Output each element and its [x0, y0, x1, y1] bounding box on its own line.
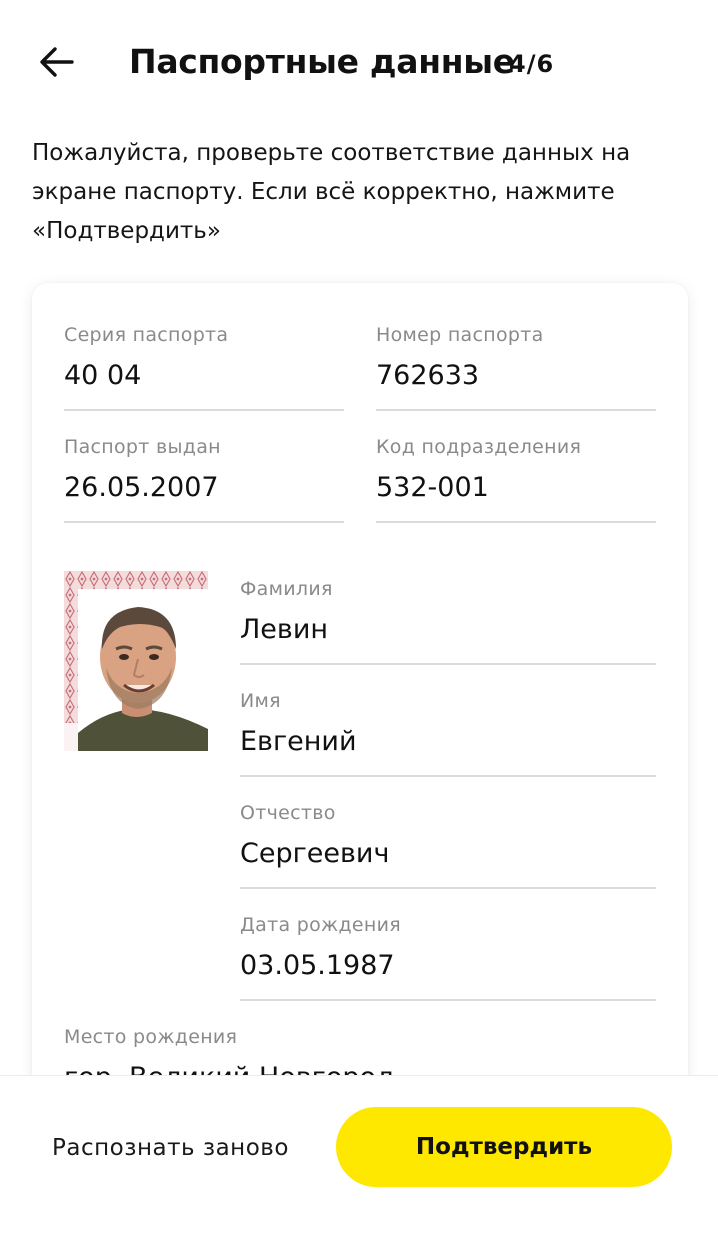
passport-photo	[64, 571, 208, 751]
field-label: Код подразделения	[376, 436, 582, 458]
field-value: 762633	[376, 360, 480, 391]
field-label: Фамилия	[240, 578, 333, 600]
passport-data-card: Серия паспорта 40 04 Номер паспорта 7626…	[32, 283, 688, 1183]
field-value: Левин	[240, 614, 329, 645]
field-label: Дата рождения	[240, 914, 401, 936]
field-label: Место рождения	[64, 1026, 238, 1048]
field-label: Отчество	[240, 802, 336, 824]
field-label: Серия паспорта	[64, 324, 229, 346]
field-value: 532-001	[376, 472, 489, 503]
arrow-left-icon	[40, 47, 74, 77]
field-value: 40 04	[64, 360, 142, 391]
field-value: 03.05.1987	[240, 950, 395, 981]
passport-number-field: Номер паспорта 762633	[376, 321, 656, 411]
division-code-field: Код подразделения 532-001	[376, 433, 656, 523]
confirm-button[interactable]: Подтвердить	[336, 1107, 672, 1187]
birth-date-field: Дата рождения 03.05.1987	[240, 911, 656, 1001]
step-counter: 4/6	[509, 50, 555, 78]
name-field: Имя Евгений	[240, 687, 656, 777]
field-value: Сергеевич	[240, 838, 390, 869]
issue-date-field: Паспорт выдан 26.05.2007	[64, 433, 344, 523]
field-label: Имя	[240, 690, 281, 712]
field-label: Номер паспорта	[376, 324, 544, 346]
field-label: Паспорт выдан	[64, 436, 221, 458]
instructions-text: Пожалуйста, проверьте соответствие данны…	[32, 140, 631, 244]
rescan-button[interactable]: Распознать заново	[52, 1128, 289, 1168]
page-title: Паспортные данные	[129, 42, 515, 81]
patronymic-field: Отчество Сергеевич	[240, 799, 656, 889]
field-value: 26.05.2007	[64, 472, 219, 503]
passport-data-screen: Паспортные данные 4/6 Пожалуйста, провер…	[0, 0, 718, 1235]
field-value: Евгений	[240, 726, 357, 757]
passport-series-field: Серия паспорта 40 04	[64, 321, 344, 411]
surname-field: Фамилия Левин	[240, 575, 656, 665]
back-button[interactable]	[32, 40, 80, 84]
